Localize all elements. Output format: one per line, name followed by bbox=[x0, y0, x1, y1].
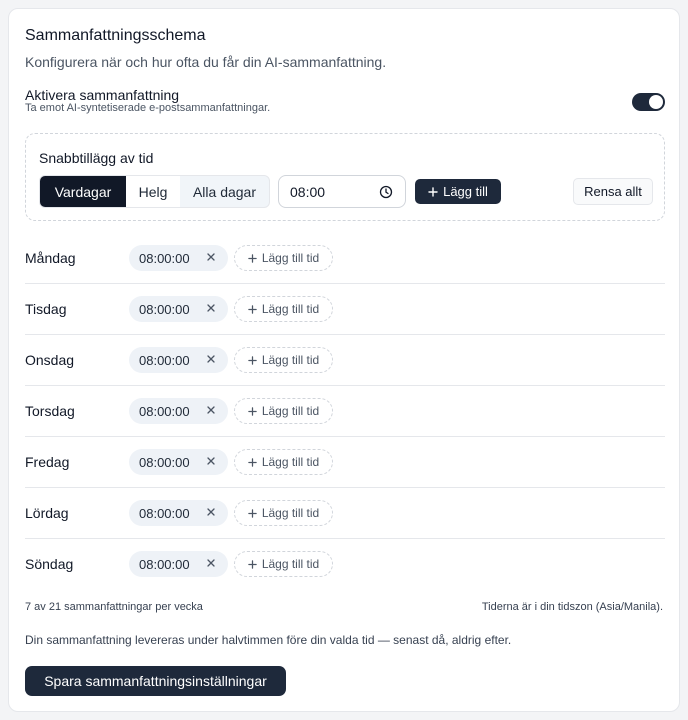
segment-weekend[interactable]: Helg bbox=[126, 176, 180, 207]
add-time-label: Lägg till tid bbox=[261, 557, 320, 571]
plus-icon bbox=[248, 253, 257, 263]
close-icon[interactable] bbox=[206, 558, 216, 568]
day-name: Onsdag bbox=[25, 352, 75, 368]
day-row-friday: Fredag 08:00:00 Lägg till tid bbox=[25, 437, 665, 488]
page-subtitle: Konfigurera när och hur ofta du får din … bbox=[25, 54, 387, 70]
page-title: Sammanfattningsschema bbox=[25, 27, 206, 44]
close-icon[interactable] bbox=[206, 303, 216, 313]
add-time-label: Lägg till tid bbox=[261, 353, 320, 367]
day-name: Torsdag bbox=[25, 403, 75, 419]
day-name: Måndag bbox=[25, 250, 76, 266]
plus-icon bbox=[248, 304, 257, 314]
quick-add-panel: Snabbtillägg av tid Vardagar Helg Alla d… bbox=[25, 133, 665, 221]
time-chip-value: 08:00:00 bbox=[139, 301, 190, 317]
day-row-sunday: Söndag 08:00:00 Lägg till tid bbox=[25, 539, 665, 590]
close-icon[interactable] bbox=[206, 405, 216, 415]
plus-icon bbox=[248, 406, 257, 416]
segment-all-days[interactable]: Alla dagar bbox=[180, 176, 269, 207]
plus-icon bbox=[248, 457, 257, 467]
plus-icon bbox=[428, 186, 438, 197]
time-chip: 08:00:00 bbox=[129, 347, 228, 373]
toggle-knob bbox=[649, 95, 663, 109]
plus-icon bbox=[248, 559, 257, 569]
add-time-button[interactable]: Lägg till tid bbox=[234, 347, 333, 373]
time-chip-value: 08:00:00 bbox=[139, 403, 190, 419]
day-row-tuesday: Tisdag 08:00:00 Lägg till tid bbox=[25, 284, 665, 335]
add-time-button[interactable]: Lägg till tid bbox=[234, 551, 333, 577]
day-name: Fredag bbox=[25, 454, 70, 470]
add-time-label: Lägg till tid bbox=[261, 302, 320, 316]
time-chip: 08:00:00 bbox=[129, 398, 228, 424]
quick-add-label: Snabbtillägg av tid bbox=[39, 150, 154, 166]
add-time-button[interactable]: Lägg till tid bbox=[234, 398, 333, 424]
day-name: Lördag bbox=[25, 505, 69, 521]
add-time-label: Lägg till tid bbox=[261, 455, 320, 469]
close-icon[interactable] bbox=[206, 507, 216, 517]
enable-summary-toggle[interactable] bbox=[632, 93, 665, 111]
time-chip: 08:00:00 bbox=[129, 500, 228, 526]
enable-summary-description: Ta emot AI-syntetiserade e-postsammanfat… bbox=[25, 102, 271, 114]
day-name: Söndag bbox=[25, 556, 74, 572]
time-chip-value: 08:00:00 bbox=[139, 556, 190, 572]
plus-icon bbox=[248, 508, 257, 518]
time-chip: 08:00:00 bbox=[129, 449, 228, 475]
day-row-saturday: Lördag 08:00:00 Lägg till tid bbox=[25, 488, 665, 539]
add-time-label: Lägg till tid bbox=[261, 251, 320, 265]
enable-summary-label: Aktivera sammanfattning bbox=[25, 87, 180, 103]
weekly-schedule: Måndag 08:00:00 Lägg till tid Tisdag 08:… bbox=[25, 233, 665, 590]
close-icon[interactable] bbox=[206, 354, 216, 364]
plus-icon bbox=[248, 355, 257, 365]
summary-schedule-card: Sammanfattningsschema Konfigurera när oc… bbox=[8, 8, 680, 712]
quick-add-button-label: Lägg till bbox=[443, 184, 488, 199]
close-icon[interactable] bbox=[206, 252, 216, 262]
time-chip: 08:00:00 bbox=[129, 551, 228, 577]
close-icon[interactable] bbox=[206, 456, 216, 466]
time-chip-value: 08:00:00 bbox=[139, 250, 190, 266]
time-chip-value: 08:00:00 bbox=[139, 352, 190, 368]
timezone-note: Tiderna är i din tidszon (Asia/Manila). bbox=[481, 601, 663, 613]
clock-icon[interactable] bbox=[379, 185, 393, 199]
quick-add-button[interactable]: Lägg till bbox=[415, 179, 501, 204]
segment-weekdays[interactable]: Vardagar bbox=[40, 176, 126, 207]
quick-add-time-input[interactable]: 08:00 bbox=[278, 175, 406, 208]
day-name: Tisdag bbox=[25, 301, 67, 317]
time-chip: 08:00:00 bbox=[129, 296, 228, 322]
add-time-label: Lägg till tid bbox=[261, 404, 320, 418]
day-row-wednesday: Onsdag 08:00:00 Lägg till tid bbox=[25, 335, 665, 386]
add-time-button[interactable]: Lägg till tid bbox=[234, 245, 333, 271]
time-input-value: 08:00 bbox=[290, 183, 326, 200]
add-time-button[interactable]: Lägg till tid bbox=[234, 296, 333, 322]
add-time-button[interactable]: Lägg till tid bbox=[234, 500, 333, 526]
day-row-thursday: Torsdag 08:00:00 Lägg till tid bbox=[25, 386, 665, 437]
add-time-button[interactable]: Lägg till tid bbox=[234, 449, 333, 475]
clear-all-button[interactable]: Rensa allt bbox=[573, 178, 653, 205]
summary-count: 7 av 21 sammanfattningar per vecka bbox=[25, 601, 203, 613]
time-chip: 08:00:00 bbox=[129, 245, 228, 271]
time-chip-value: 08:00:00 bbox=[139, 505, 190, 521]
time-chip-value: 08:00:00 bbox=[139, 454, 190, 470]
delivery-note: Din sammanfattning levereras under halvt… bbox=[25, 633, 512, 647]
day-row-monday: Måndag 08:00:00 Lägg till tid bbox=[25, 233, 665, 284]
day-group-selector: Vardagar Helg Alla dagar bbox=[39, 175, 270, 208]
save-settings-button[interactable]: Spara sammanfattningsinställningar bbox=[25, 666, 286, 696]
add-time-label: Lägg till tid bbox=[261, 506, 320, 520]
